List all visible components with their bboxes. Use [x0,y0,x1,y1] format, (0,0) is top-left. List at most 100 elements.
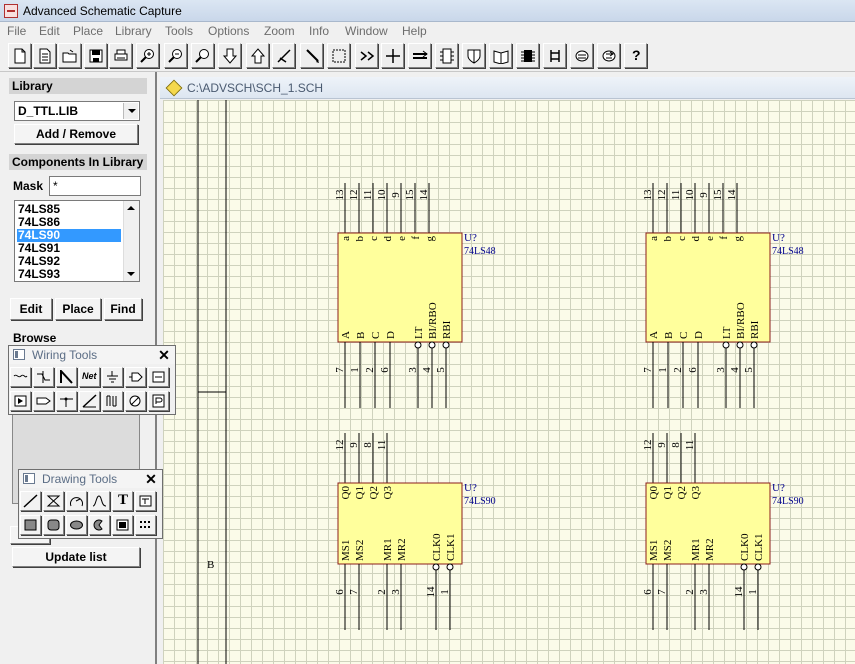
edit-button[interactable]: Edit [10,298,52,320]
update-list-button[interactable]: Update list [12,547,140,567]
mask-input[interactable]: * [49,176,141,196]
open-folder-icon[interactable] [58,43,81,68]
schematic-sheet[interactable]: B13 12 11 10 9 15 14a b c d e f gA B C D LT BI/RBO RBI7 1 2 6… [163,100,855,664]
wiring-tools-title[interactable]: Wiring Tools ✕ [9,346,175,364]
pin-number: 12 [348,190,360,201]
sheet-symbol-icon[interactable] [148,367,169,387]
power-port-icon[interactable] [33,391,54,411]
menu-help[interactable]: Help [402,24,427,38]
document-title: C:\ADVSCH\SCH_1.SCH [187,81,324,95]
pin-number: 7 [334,367,346,373]
pin-number: 12 [642,440,654,451]
wire-icon[interactable] [10,367,31,387]
pin-label: g [424,236,436,242]
library-select[interactable]: D_TTL.LIB [14,101,140,121]
shield-icon[interactable] [462,43,485,68]
no-connect-icon[interactable] [125,391,146,411]
menu-place[interactable]: Place [73,24,103,38]
pin-label: Q1 [354,486,366,499]
close-icon[interactable]: ✕ [143,471,159,487]
port-icon[interactable] [125,367,146,387]
close-icon[interactable]: ✕ [156,347,172,363]
text-icon[interactable]: T [112,491,133,511]
pin-number: 3 [390,589,402,595]
menu-library[interactable]: Library [115,24,152,38]
bus-icon[interactable] [56,367,77,387]
menu-zoom[interactable]: Zoom [264,24,295,38]
component-designator: U? [772,482,785,494]
pin-label: d [690,236,702,242]
scroll-down-icon[interactable] [127,272,135,276]
arrow-up-icon[interactable] [246,43,269,68]
bezier-icon[interactable] [89,491,110,511]
cross-icon[interactable] [381,43,404,68]
pin-label: A [648,331,660,339]
ic-chip-icon[interactable] [516,43,539,68]
new-icon[interactable] [8,43,31,68]
pin-label: CLK1 [445,534,457,562]
ground-icon[interactable] [102,367,123,387]
save-icon[interactable] [84,43,107,68]
swap-icon[interactable] [543,43,566,68]
print-icon[interactable] [109,43,132,68]
find-button[interactable]: Find [104,298,142,320]
net-label-icon[interactable]: Net [79,367,100,387]
pin-number: 13 [334,189,346,201]
bus-icon[interactable] [408,43,431,68]
line-icon[interactable] [20,491,41,511]
menu-info[interactable]: Info [309,24,329,38]
add-remove-button[interactable]: Add / Remove [14,124,138,144]
component-list[interactable]: 74LS85 74LS86 74LS90 74LS91 74LS92 74LS9… [14,200,140,282]
bus-entry-icon[interactable] [33,367,54,387]
redo-icon[interactable] [597,43,620,68]
inversion-bubble [736,341,744,349]
wiring-tools-palette[interactable]: Wiring Tools ✕ Net [8,345,176,415]
inversion-bubble [414,341,422,349]
help-icon[interactable]: ? [624,43,647,68]
drawing-tools-title[interactable]: Drawing Tools ✕ [19,470,162,488]
open-icon[interactable] [33,43,56,68]
menu-file[interactable]: File [7,24,26,38]
menu-options[interactable]: Options [208,24,249,38]
chevron-down-icon[interactable] [123,103,138,119]
pencil-icon[interactable] [300,43,323,68]
place-button[interactable]: Place [55,298,101,320]
pin-number: 1 [439,589,451,595]
pie-icon[interactable] [89,515,110,535]
move-icon[interactable] [355,43,378,68]
zoom-in-icon[interactable] [136,43,159,68]
arc-icon[interactable] [66,491,87,511]
no-erc-icon[interactable] [56,391,77,411]
polygon-icon[interactable] [43,491,64,511]
cut-icon[interactable] [272,43,295,68]
arrow-down-icon[interactable] [218,43,241,68]
list-item[interactable]: 74LS93 [17,268,121,281]
list-scrollbar[interactable] [123,201,139,281]
scroll-up-icon[interactable] [127,206,135,210]
image-icon[interactable] [112,515,133,535]
part-icon[interactable] [148,391,169,411]
junction-icon[interactable] [10,391,31,411]
help-label: ? [632,47,641,63]
menu-window[interactable]: Window [345,24,388,38]
menu-edit[interactable]: Edit [39,24,60,38]
pin-number: 5 [743,367,755,373]
book-icon[interactable] [489,43,512,68]
zoom-fit-icon[interactable] [191,43,214,68]
round-rectangle-icon[interactable] [43,515,64,535]
wiring-tools-title-text: Wiring Tools [32,348,98,362]
text-frame-icon[interactable] [135,491,156,511]
undo-icon[interactable] [570,43,593,68]
rectangle-icon[interactable] [20,515,41,535]
drawing-tools-palette[interactable]: Drawing Tools ✕ T [18,469,163,539]
probe-icon[interactable] [79,391,100,411]
menu-tools[interactable]: Tools [165,24,193,38]
ellipse-icon[interactable] [66,515,87,535]
pin-number: 13 [642,189,654,201]
zoom-out-icon[interactable] [164,43,187,68]
array-icon[interactable] [135,515,156,535]
select-box-icon[interactable] [327,43,350,68]
schematic-canvas[interactable]: B 13 12 11 10 9 15 14 a b c d e f g A B C D LT BI/RBO RBI 7 1 2 6… [163,100,855,664]
component-icon[interactable] [435,43,458,68]
waveform-icon[interactable] [102,391,123,411]
